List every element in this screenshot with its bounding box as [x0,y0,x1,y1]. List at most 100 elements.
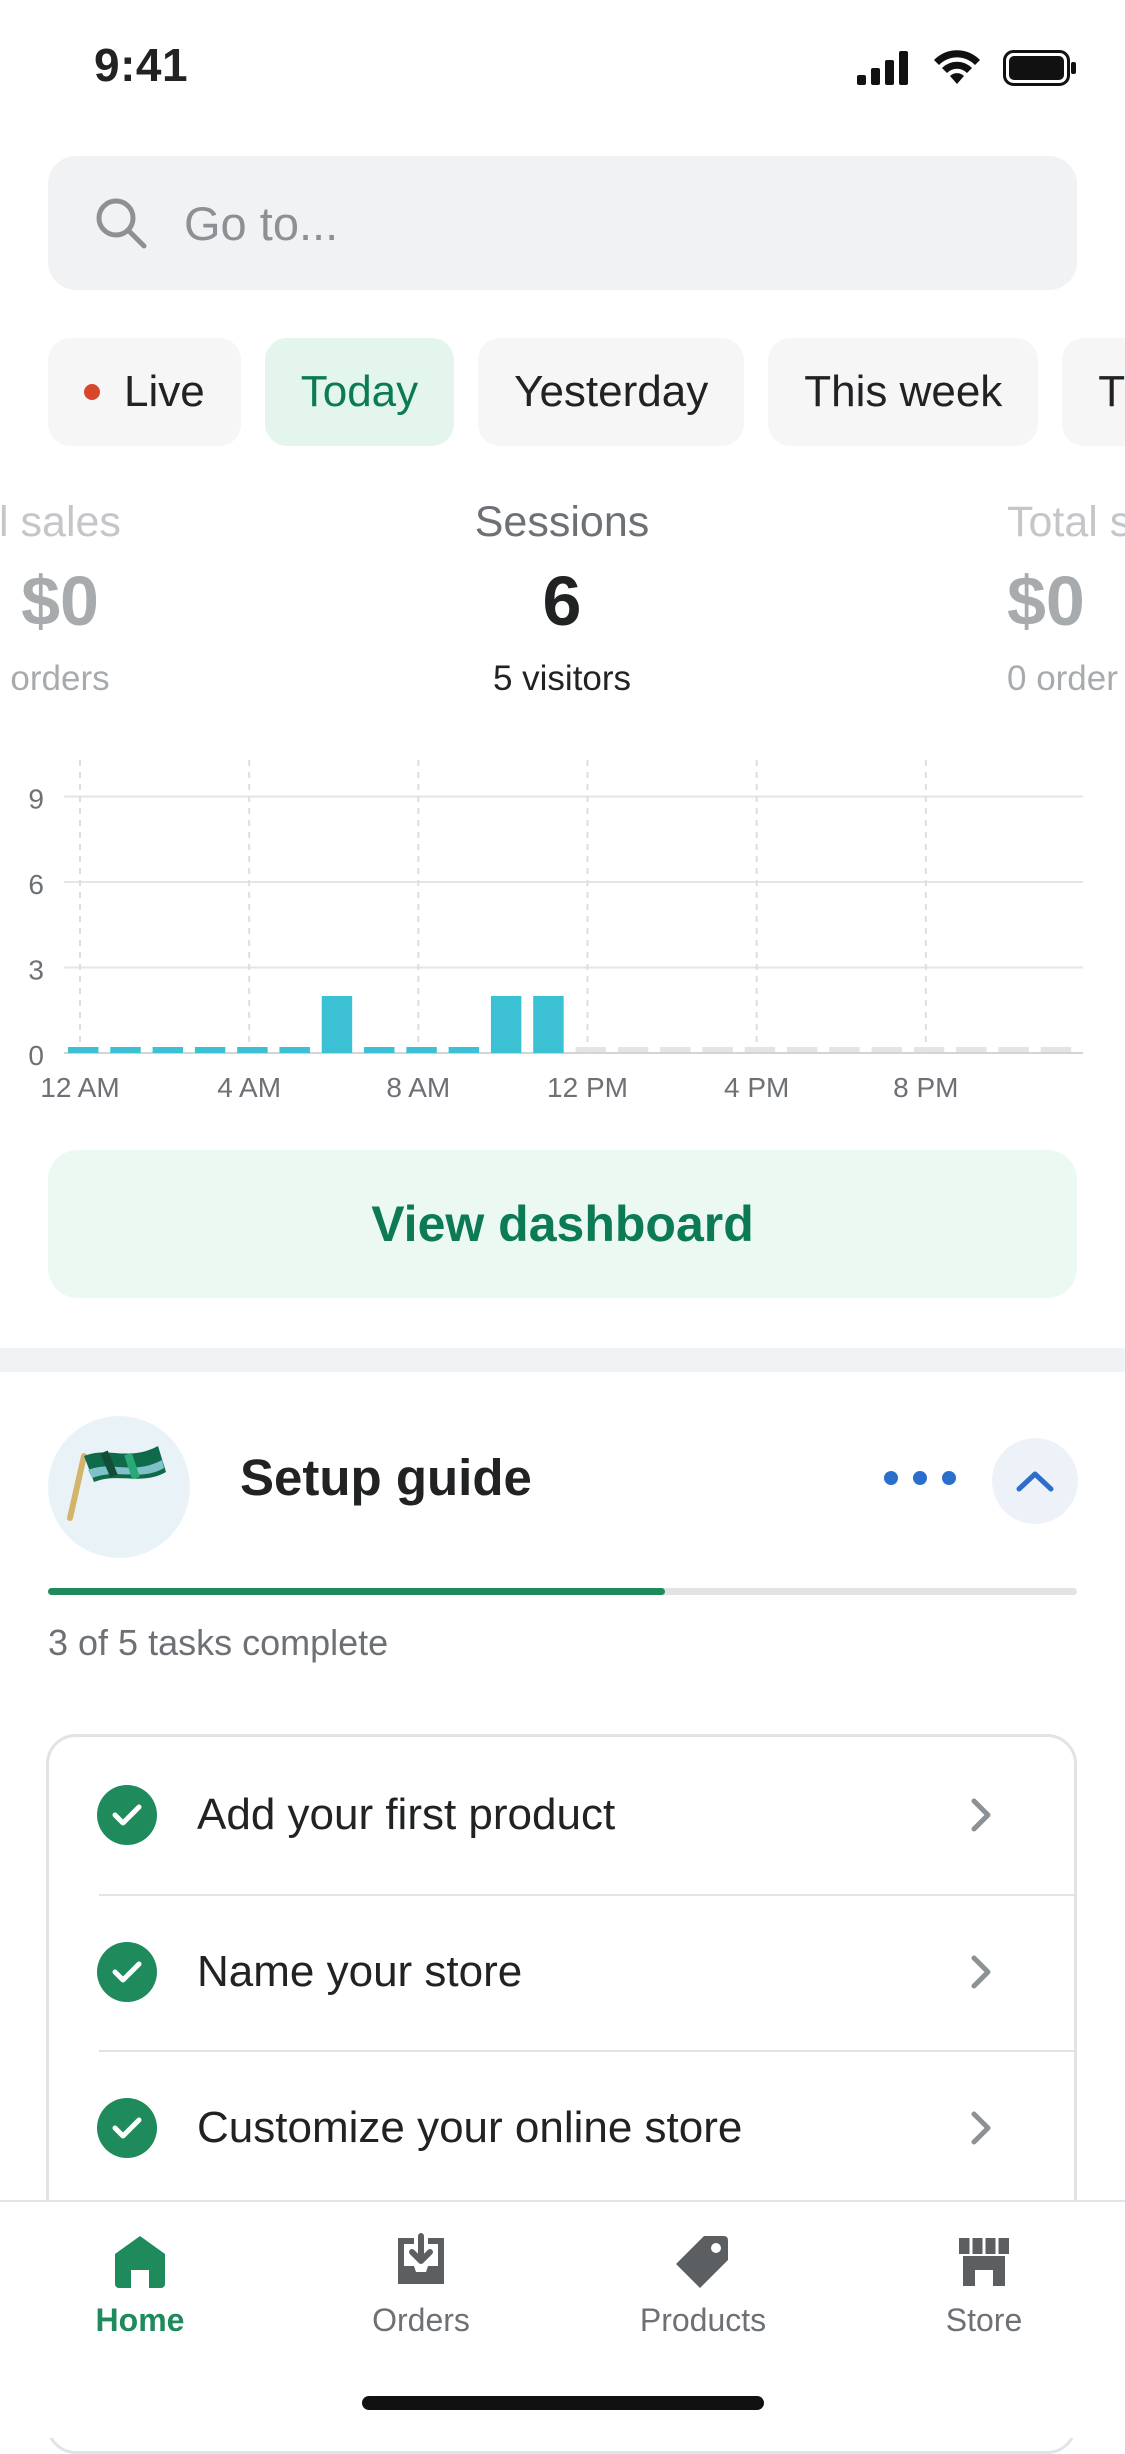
check-circle-icon [97,2098,157,2158]
metric-value: 6 [542,562,582,640]
metric-sub: 0 order [1007,659,1118,698]
signal-icon [857,51,908,85]
task-item[interactable]: Name your store [49,1894,1074,2050]
task-label: Customize your online store [197,2103,743,2152]
future-bar [998,1047,1029,1052]
bar [533,996,564,1053]
chevron-right-icon [971,2111,991,2145]
tab-store[interactable]: Store [884,2232,1084,2339]
orders-icon [398,2233,444,2284]
chip-today[interactable]: Today [264,338,455,446]
metric-value: $0 [1007,562,1085,640]
status-icons [857,50,1077,86]
x-tick-label: 4 AM [217,1072,281,1103]
chip-label: Yesterday [514,367,709,416]
check-circle-icon [97,1785,157,1845]
y-tick-label: 9 [28,784,44,815]
x-tick-label: 8 AM [386,1072,450,1103]
setup-progress-bar [48,1588,1077,1595]
tab-products[interactable]: Products [603,2232,803,2339]
x-tick-label: 8 PM [893,1072,958,1103]
tab-label: Store [945,2302,1023,2338]
future-bar [575,1047,606,1052]
task-label: Name your store [197,1947,523,1996]
x-tick-label: 12 AM [40,1072,119,1103]
bar [490,996,522,1053]
bar [321,996,353,1053]
tab-label: Home [95,2302,185,2338]
metric-label: l sales [0,498,121,546]
tab-orders[interactable]: Orders [321,2232,521,2339]
home-indicator [362,2396,764,2410]
metric-value: $0 [21,562,99,640]
future-bar [744,1047,776,1052]
chip-label: Live [124,367,205,416]
metric-sessions[interactable]: Sessions 6 5 visitors [412,498,712,699]
future-bar [956,1047,987,1052]
metric-total-sales-left[interactable]: l sales $0 orders [0,498,190,699]
more-options-icon[interactable] [884,1458,956,1498]
chevron-right-icon [971,1798,991,1832]
live-dot-icon [84,384,100,400]
flag-icon [48,1416,190,1558]
setup-progress-fill [48,1588,666,1595]
task-label: Add your first product [197,1790,616,1839]
task-item[interactable]: Add your first product [49,1737,1074,1893]
chip-label: T [1098,367,1125,416]
bar [237,1047,268,1053]
tab-home[interactable]: Home [40,2232,240,2339]
view-dashboard-button[interactable]: View dashboard [48,1150,1077,1298]
future-bar [617,1047,649,1052]
bar [110,1047,141,1053]
metric-label: Total s [1007,498,1125,546]
setup-guide-title: Setup guide [240,1449,532,1506]
y-tick-label: 3 [28,955,44,986]
battery-icon [1003,50,1076,86]
task-item[interactable]: Customize your online store [49,2050,1074,2206]
sessions-bar-chart: 0 3 6 9 12 AM 4 AM 8 AM 12 PM 4 PM 8 PM [28,760,1083,1103]
future-bar [871,1047,902,1052]
store-icon [959,2238,1009,2286]
future-bar [913,1047,945,1052]
section-divider [0,1348,1125,1372]
chip-this-week[interactable]: This week [768,338,1039,446]
search-placeholder: Go to... [184,196,339,250]
chip-yesterday[interactable]: Yesterday [478,338,745,446]
chevron-right-icon [971,1955,991,1989]
future-bar [660,1047,691,1052]
bar [364,1047,395,1053]
wifi-icon [934,50,980,84]
date-filter-chips: Live Today Yesterday This week T [48,338,1125,446]
chip-live[interactable]: Live [48,338,241,446]
search-icon [96,198,147,249]
check-circle-icon [97,1942,157,2002]
metric-sub: 5 visitors [492,659,632,698]
chip-next[interactable]: T [1062,338,1125,446]
bar [406,1047,437,1053]
bar [448,1047,480,1053]
bar [68,1047,99,1053]
future-bar [1040,1047,1072,1052]
collapse-button[interactable] [992,1438,1078,1524]
setup-progress-text: 3 of 5 tasks complete [48,1622,389,1663]
chip-label: This week [804,367,1003,416]
tab-label: Products [639,2302,767,2338]
bar [152,1047,184,1053]
search-bar[interactable]: Go to... [48,156,1077,290]
bar [279,1047,310,1053]
x-tick-label: 12 PM [547,1072,628,1103]
chip-label: Today [300,367,419,416]
metric-label: Sessions [474,498,650,546]
future-bar [702,1047,733,1052]
x-tick-label: 4 PM [724,1072,789,1103]
status-time: 9:41 [94,39,189,91]
bar [194,1047,226,1053]
y-tick-label: 0 [28,1040,44,1071]
chevron-up-icon [1016,1471,1054,1492]
metric-sub: orders [10,659,110,698]
tab-label: Orders [372,2302,470,2338]
future-bar [786,1047,818,1052]
y-tick-label: 6 [28,869,44,900]
future-bar [829,1047,860,1052]
metric-total-sales-right[interactable]: Total s $0 0 order [1007,498,1125,699]
